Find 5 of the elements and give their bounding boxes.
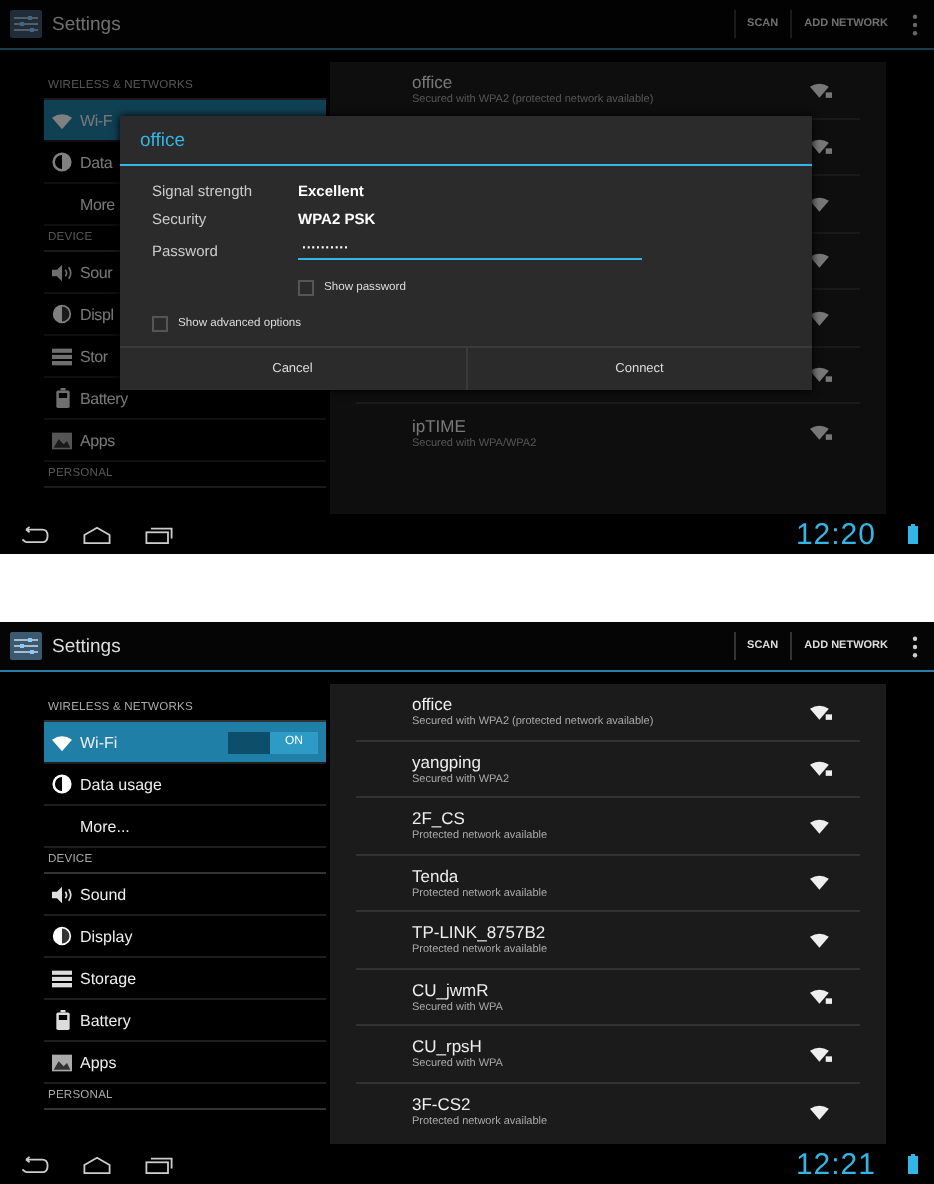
app-title: Settings [52, 635, 123, 657]
clock: 12:21 [795, 1147, 876, 1181]
dialog-title: office [120, 116, 812, 166]
app-title: Settings [52, 13, 123, 35]
clock: 12:20 [795, 517, 876, 551]
